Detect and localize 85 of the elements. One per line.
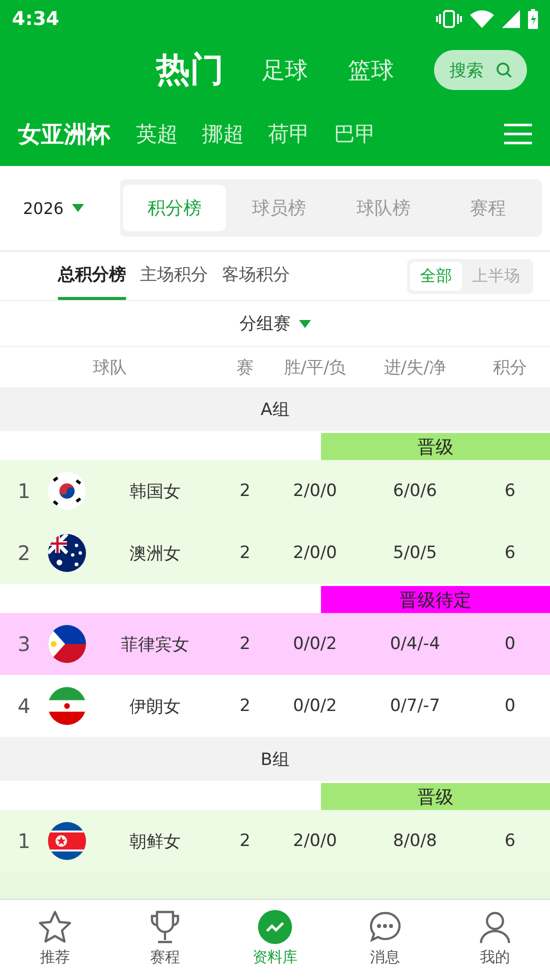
standing-tab[interactable]: 主场积分 [140,252,208,300]
rank: 2 [16,541,32,565]
flag-icon [48,822,86,860]
data-tab[interactable]: 球队榜 [332,185,434,231]
wifi-icon [470,10,494,28]
nav-item[interactable]: 推荐 [0,900,110,977]
column-header: 胜/平/负 [282,356,348,378]
caret-icon [298,320,310,328]
zone-banner: 晋级 [321,783,550,810]
team-name: 澳洲女 [128,542,182,564]
played-cell-text: 2 [238,543,252,563]
team-name: 韩国女 [128,480,182,502]
rank: 4 [16,694,32,718]
goals-cell-text: 6/0/6 [392,481,438,501]
team-name: 菲律宾女 [120,634,190,656]
goals-cell-text: 0/7/-7 [388,696,442,716]
chat-icon [368,910,402,944]
group-header: B组 [0,737,550,781]
nav-item[interactable]: 赛程 [110,900,220,977]
header-tab[interactable]: 足球 [262,54,308,86]
battery-icon [528,9,538,29]
chart-icon [258,910,292,944]
goals-cell-text: 8/0/8 [392,831,438,851]
column-header: 进/失/净 [382,356,448,378]
nav-item[interactable]: 我的 [440,900,550,977]
rank: 3 [16,632,32,656]
signal-icon [502,10,520,28]
rank: 1 [16,479,32,503]
column-header: 球队 [92,356,128,378]
season-dropdown[interactable]: 2026 [0,198,120,218]
league-tab[interactable]: 女亚洲杯 [18,118,110,150]
trophy-icon [149,910,181,944]
status-time: 4:34 [12,8,60,30]
league-tab[interactable]: 挪超 [202,120,244,148]
person-icon [478,910,512,944]
points-cell-text: 0 [504,634,516,654]
period-option[interactable]: 全部 [410,262,462,290]
points-cell-text: 6 [504,481,516,501]
points-cell-text: 0 [504,696,516,716]
standing-tab[interactable]: 总积分榜 [58,252,126,300]
data-tab[interactable]: 积分榜 [123,185,226,231]
header-tab[interactable]: 篮球 [348,54,394,86]
flag-icon [48,472,86,510]
caret-icon [72,204,84,212]
group-header: A组 [0,387,550,431]
star-icon [38,910,72,944]
vibrate-icon [436,10,462,28]
nav-item[interactable]: 消息 [330,900,440,977]
record-cell-text: 2/0/0 [292,543,338,563]
played-cell-text: 2 [238,481,252,501]
stage-dropdown[interactable]: 分组赛 [0,301,550,347]
rank: 1 [16,829,32,853]
zone-banner: 晋级 [321,433,550,460]
played-cell-text: 2 [238,696,252,716]
period-option[interactable]: 上半场 [462,262,530,290]
team-name: 朝鲜女 [128,830,182,852]
nav-item[interactable]: 资料库 [220,900,330,977]
data-tab[interactable]: 球员榜 [228,185,330,231]
goals-cell-text: 0/4/-4 [388,634,442,654]
search-icon [496,62,512,78]
search-button[interactable]: 搜索 [434,50,527,90]
menu-button[interactable] [504,123,532,145]
data-tab[interactable]: 赛程 [436,185,539,231]
record-cell-text: 0/0/2 [292,696,338,716]
league-tab[interactable]: 巴甲 [334,120,376,148]
league-tab[interactable]: 荷甲 [268,120,310,148]
standing-tab[interactable]: 客场积分 [222,252,290,300]
column-header: 赛 [236,356,254,378]
record-cell-text: 2/0/0 [292,481,338,501]
record-cell-text: 2/0/0 [292,831,338,851]
zone-banner: 晋级待定 [321,586,550,613]
flag-icon [48,534,86,572]
column-header: 积分 [492,356,528,378]
played-cell-text: 2 [238,634,252,654]
record-cell-text: 0/0/2 [292,634,338,654]
team-name: 伊朗女 [128,696,182,718]
goals-cell-text: 5/0/5 [392,543,438,563]
played-cell-text: 2 [238,831,252,851]
flag-icon [48,687,86,725]
points-cell-text: 6 [504,543,516,563]
menu-icon [504,123,532,145]
header-tab[interactable]: 热门 [156,47,224,93]
flag-icon [48,625,86,663]
league-tab[interactable]: 英超 [136,120,178,148]
points-cell-text: 6 [504,831,516,851]
